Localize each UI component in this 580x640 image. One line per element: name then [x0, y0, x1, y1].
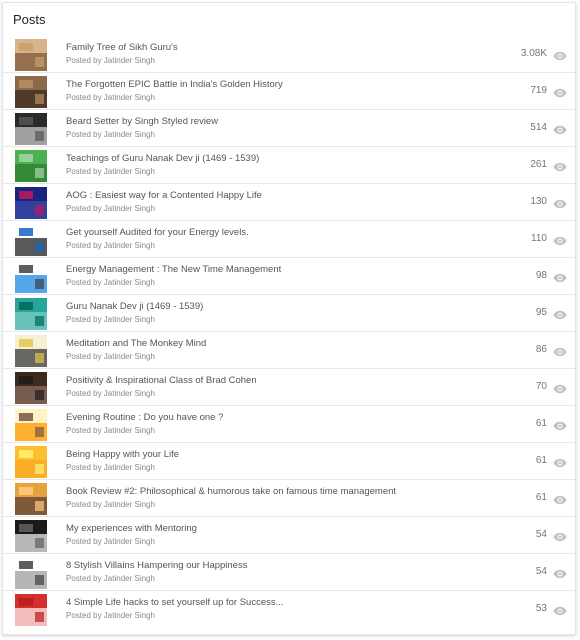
post-title-link[interactable]: My experiences with Mentoring: [66, 523, 197, 534]
view-count: 53: [535, 603, 547, 614]
post-row[interactable]: AOG : Easiest way for a Contented Happy …: [3, 184, 575, 221]
eye-icon: [553, 307, 567, 320]
eye-icon: [553, 48, 567, 61]
post-row[interactable]: Teachings of Guru Nanak Dev ji (1469 - 1…: [3, 147, 575, 184]
eye-icon: [553, 344, 567, 357]
view-count: 70: [535, 381, 547, 392]
post-title-link[interactable]: Evening Routine : Do you have one ?: [66, 412, 223, 423]
post-author: Posted by Jatinder Singh: [66, 56, 155, 65]
post-row[interactable]: My experiences with Mentoring Posted by J…: [3, 517, 575, 554]
eye-icon: [553, 270, 567, 283]
view-count: 3.08K: [520, 48, 547, 59]
eye-icon: [553, 122, 567, 135]
post-author: Posted by Jatinder Singh: [66, 130, 155, 139]
post-row[interactable]: Get yourself Audited for your Energy lev…: [3, 221, 575, 258]
post-thumbnail[interactable]: [15, 113, 47, 145]
view-count: 98: [535, 270, 547, 281]
eye-icon: [553, 233, 567, 246]
post-title-link[interactable]: 4 Simple Life hacks to set yourself up f…: [66, 597, 284, 608]
post-title-link[interactable]: Beard Setter by Singh Styled review: [66, 116, 218, 127]
post-title-link[interactable]: Guru Nanak Dev ji (1469 - 1539): [66, 301, 203, 312]
post-row[interactable]: Book Review #2: Philosophical & humorous…: [3, 480, 575, 517]
post-thumbnail[interactable]: [15, 372, 47, 404]
post-author: Posted by Jatinder Singh: [66, 537, 155, 546]
post-thumbnail[interactable]: [15, 483, 47, 515]
post-author: Posted by Jatinder Singh: [66, 500, 155, 509]
post-author: Posted by Jatinder Singh: [66, 426, 155, 435]
post-title-link[interactable]: Energy Management : The New Time Managem…: [66, 264, 281, 275]
post-title-link[interactable]: 8 Stylish Villains Hampering our Happine…: [66, 560, 247, 571]
post-title-link[interactable]: Book Review #2: Philosophical & humorous…: [66, 486, 396, 497]
post-author: Posted by Jatinder Singh: [66, 574, 155, 583]
post-row[interactable]: Family Tree of Sikh Guru's Posted by Jati…: [3, 36, 575, 73]
post-thumbnail[interactable]: [15, 446, 47, 478]
eye-icon: [553, 418, 567, 431]
post-row[interactable]: Beard Setter by Singh Styled review Poste…: [3, 110, 575, 147]
post-row[interactable]: Positivity & Inspirational Class of Brad…: [3, 369, 575, 406]
post-thumbnail[interactable]: [15, 261, 47, 293]
post-author: Posted by Jatinder Singh: [66, 389, 155, 398]
post-list: Family Tree of Sikh Guru's Posted by Jati…: [3, 36, 575, 628]
post-title-link[interactable]: Teachings of Guru Nanak Dev ji (1469 - 1…: [66, 153, 259, 164]
post-author: Posted by Jatinder Singh: [66, 278, 155, 287]
post-title-link[interactable]: Get yourself Audited for your Energy lev…: [66, 227, 249, 238]
eye-icon: [553, 381, 567, 394]
eye-icon: [553, 159, 567, 172]
post-title-link[interactable]: AOG : Easiest way for a Contented Happy …: [66, 190, 262, 201]
post-title-link[interactable]: Being Happy with your Life: [66, 449, 179, 460]
eye-icon: [553, 196, 567, 209]
post-thumbnail[interactable]: [15, 594, 47, 626]
post-thumbnail[interactable]: [15, 187, 47, 219]
post-thumbnail[interactable]: [15, 520, 47, 552]
view-count: 54: [535, 566, 547, 577]
eye-icon: [553, 603, 567, 616]
eye-icon: [553, 566, 567, 579]
post-title-link[interactable]: Family Tree of Sikh Guru's: [66, 42, 178, 53]
view-count: 261: [530, 159, 547, 170]
post-thumbnail[interactable]: [15, 557, 47, 589]
panel-title: Posts: [13, 12, 46, 27]
post-row[interactable]: Energy Management : The New Time Managem…: [3, 258, 575, 295]
post-thumbnail[interactable]: [15, 298, 47, 330]
view-count: 514: [530, 122, 547, 133]
post-thumbnail[interactable]: [15, 39, 47, 71]
view-count: 61: [535, 492, 547, 503]
eye-icon: [553, 455, 567, 468]
post-author: Posted by Jatinder Singh: [66, 93, 155, 102]
eye-icon: [553, 529, 567, 542]
post-row[interactable]: 4 Simple Life hacks to set yourself up f…: [3, 591, 575, 628]
post-thumbnail[interactable]: [15, 409, 47, 441]
post-title-link[interactable]: The Forgotten EPIC Battle in India's Gol…: [66, 79, 283, 90]
eye-icon: [553, 85, 567, 98]
post-row[interactable]: The Forgotten EPIC Battle in India's Gol…: [3, 73, 575, 110]
view-count: 130: [530, 196, 547, 207]
post-title-link[interactable]: Positivity & Inspirational Class of Brad…: [66, 375, 257, 386]
post-row[interactable]: Guru Nanak Dev ji (1469 - 1539) Posted by…: [3, 295, 575, 332]
post-author: Posted by Jatinder Singh: [66, 204, 155, 213]
post-author: Posted by Jatinder Singh: [66, 241, 155, 250]
eye-icon: [553, 492, 567, 505]
view-count: 61: [535, 418, 547, 429]
post-row[interactable]: Evening Routine : Do you have one ? Poste…: [3, 406, 575, 443]
view-count: 86: [535, 344, 547, 355]
view-count: 719: [530, 85, 547, 96]
post-row[interactable]: Being Happy with your Life Posted by Jati…: [3, 443, 575, 480]
view-count: 61: [535, 455, 547, 466]
post-row[interactable]: 8 Stylish Villains Hampering our Happine…: [3, 554, 575, 591]
post-row[interactable]: Meditation and The Monkey Mind Posted by …: [3, 332, 575, 369]
post-title-link[interactable]: Meditation and The Monkey Mind: [66, 338, 206, 349]
posts-panel: Posts Family Tree of Sikh Guru's Posted b…: [2, 2, 576, 635]
view-count: 110: [531, 233, 547, 244]
view-count: 95: [535, 307, 547, 318]
post-author: Posted by Jatinder Singh: [66, 167, 155, 176]
post-author: Posted by Jatinder Singh: [66, 352, 155, 361]
post-thumbnail[interactable]: [15, 335, 47, 367]
view-count: 54: [535, 529, 547, 540]
post-thumbnail[interactable]: [15, 224, 47, 256]
post-author: Posted by Jatinder Singh: [66, 315, 155, 324]
post-thumbnail[interactable]: [15, 76, 47, 108]
post-thumbnail[interactable]: [15, 150, 47, 182]
post-author: Posted by Jatinder Singh: [66, 611, 155, 620]
post-author: Posted by Jatinder Singh: [66, 463, 155, 472]
